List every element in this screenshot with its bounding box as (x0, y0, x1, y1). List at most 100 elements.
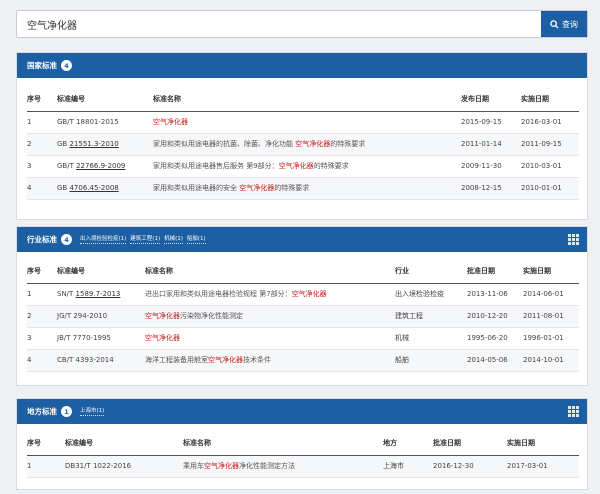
standard-code[interactable]: JB/T 7770-1995 (57, 327, 145, 350)
approve-date: 2010-12-20 (467, 305, 523, 328)
standard-name[interactable]: 家用和类似用途电器的安全 空气净化器的特殊要求 (153, 177, 461, 200)
industry-cell: 船舶 (395, 349, 467, 372)
col-header-no: 序号 (27, 87, 57, 112)
industry-panel-title: 行业标准 (27, 235, 57, 244)
row-no: 3 (27, 327, 57, 350)
publish-date: 2011-01-14 (461, 133, 521, 156)
local-tag-shanghai[interactable]: 上海市(1) (80, 407, 105, 416)
table-row[interactable]: 2 JG/T 294-2010 空气净化器污染物净化性能测定 建筑工程 2010… (27, 305, 579, 328)
region-cell: 上海市 (383, 455, 433, 478)
col-header-name: 标准名称 (153, 87, 461, 112)
local-standards-table: 序号 标准编号 标准名称 地方 批准日期 实施日期 1 DB31/T 1022-… (27, 431, 579, 478)
table-row[interactable]: 4 CB/T 4393-2014 海洋工程装备用舱室空气净化器技术条件 船舶 2… (27, 349, 579, 372)
industry-standards-table: 序号 标准编号 标准名称 行业 批准日期 实施日期 1 SN/T 1589.7-… (27, 259, 579, 372)
standard-name[interactable]: 家用和类似用途电器的抗菌、除菌、净化功能 空气净化器的特殊要求 (153, 133, 461, 156)
implement-date: 2011-08-01 (523, 305, 579, 328)
implement-date: 2016-03-01 (521, 111, 579, 134)
standard-code[interactable]: SN/T 1589.7-2013 (57, 283, 145, 306)
grid-icon[interactable] (568, 234, 579, 245)
industry-tag-inspection[interactable]: 出入境检验检疫(1) (80, 235, 127, 244)
search-button[interactable]: 查询 (541, 11, 587, 37)
standard-name[interactable]: 乘用车空气净化器净化性能测定方法 (183, 455, 383, 478)
row-no: 2 (27, 133, 57, 156)
industry-tag-shipbuilding[interactable]: 船舶(1) (186, 235, 206, 244)
approve-date: 2013-11-06 (467, 283, 523, 306)
col-header-name: 标准名称 (145, 259, 395, 284)
national-standards-table: 序号 标准编号 标准名称 发布日期 实施日期 1 GB/T 18801-2015… (27, 87, 579, 200)
table-row[interactable]: 2 GB 21551.3-2010 家用和类似用途电器的抗菌、除菌、净化功能 空… (27, 133, 579, 156)
standard-code[interactable]: CB/T 4393-2014 (57, 349, 145, 372)
standard-code[interactable]: GB 21551.3-2010 (57, 133, 153, 156)
industry-tag-machinery[interactable]: 机械(1) (164, 235, 183, 244)
col-header-pub-date: 发布日期 (461, 87, 521, 112)
industry-cell: 机械 (395, 327, 467, 350)
col-header-industry: 行业 (395, 259, 467, 284)
table-row[interactable]: 1 DB31/T 1022-2016 乘用车空气净化器净化性能测定方法 上海市 … (27, 455, 579, 478)
standard-code[interactable]: DB31/T 1022-2016 (65, 455, 183, 478)
local-panel-header: 地方标准 1 上海市(1) (17, 399, 587, 424)
search-button-label: 查询 (562, 19, 578, 29)
approve-date: 2014-05-06 (467, 349, 523, 372)
row-no: 1 (27, 283, 57, 306)
row-no: 2 (27, 305, 57, 328)
table-row[interactable]: 1 GB/T 18801-2015 空气净化器 2015-09-15 2016-… (27, 111, 579, 134)
industry-standards-panel: 行业标准 4 出入境检验检疫(1) 建筑工程(1) 机械(1) 船舶(1) 序号… (16, 226, 588, 386)
publish-date: 2009-11-30 (461, 155, 521, 178)
industry-panel-header: 行业标准 4 出入境检验检疫(1) 建筑工程(1) 机械(1) 船舶(1) (17, 227, 587, 252)
row-no: 3 (27, 155, 57, 178)
grid-icon[interactable] (568, 406, 579, 417)
table-row[interactable]: 1 SN/T 1589.7-2013 进出口家用和类似用途电器检验规程 第7部分… (27, 283, 579, 306)
industry-cell: 建筑工程 (395, 305, 467, 328)
national-panel-title: 国家标准 (27, 61, 57, 70)
row-no: 1 (27, 455, 65, 478)
col-header-region: 地方 (383, 431, 433, 456)
search-input[interactable] (17, 11, 541, 37)
industry-count-badge: 4 (61, 234, 72, 245)
publish-date: 2008-12-15 (461, 177, 521, 200)
standard-code[interactable]: GB 4706.45-2008 (57, 177, 153, 200)
implement-date: 2017-03-01 (507, 455, 579, 478)
search-icon (550, 19, 559, 29)
col-header-impl-date: 实施日期 (523, 259, 579, 284)
industry-tag-construction[interactable]: 建筑工程(1) (130, 235, 161, 244)
standard-name[interactable]: 进出口家用和类似用途电器检验规程 第7部分：空气净化器 (145, 283, 395, 306)
local-count-badge: 1 (61, 406, 72, 417)
row-no: 1 (27, 111, 57, 134)
col-header-no: 序号 (27, 431, 65, 456)
col-header-approve-date: 批准日期 (467, 259, 523, 284)
standard-name[interactable]: 家用和类似用途电器售后服务 第9部分：空气净化器的特殊要求 (153, 155, 461, 178)
local-standards-panel: 地方标准 1 上海市(1) 序号 标准编号 标准名称 地方 批准日期 实施日期 … (16, 398, 588, 490)
local-panel-title: 地方标准 (27, 407, 57, 416)
col-header-impl-date: 实施日期 (521, 87, 579, 112)
standard-name[interactable]: 空气净化器 (153, 111, 461, 134)
industry-cell: 出入境检验检疫 (395, 283, 467, 306)
national-panel-header: 国家标准 4 (17, 53, 587, 78)
implement-date: 2011-09-15 (521, 133, 579, 156)
col-header-approve-date: 批准日期 (433, 431, 507, 456)
col-header-code: 标准编号 (57, 259, 145, 284)
approve-date: 2016-12-30 (433, 455, 507, 478)
standard-name[interactable]: 空气净化器污染物净化性能测定 (145, 305, 395, 328)
search-bar: 查询 (16, 10, 588, 38)
standard-code[interactable]: GB/T 18801-2015 (57, 111, 153, 134)
table-row[interactable]: 3 GB/T 22766.9-2009 家用和类似用途电器售后服务 第9部分：空… (27, 155, 579, 178)
standard-code[interactable]: GB/T 22766.9-2009 (57, 155, 153, 178)
implement-date: 1996-01-01 (523, 327, 579, 350)
implement-date: 2010-01-01 (521, 177, 579, 200)
row-no: 4 (27, 177, 57, 200)
implement-date: 2014-10-01 (523, 349, 579, 372)
publish-date: 2015-09-15 (461, 111, 521, 134)
standard-name[interactable]: 海洋工程装备用舱室空气净化器技术条件 (145, 349, 395, 372)
col-header-name: 标准名称 (183, 431, 383, 456)
approve-date: 1995-06-20 (467, 327, 523, 350)
standard-code[interactable]: JG/T 294-2010 (57, 305, 145, 328)
implement-date: 2014-06-01 (523, 283, 579, 306)
table-row[interactable]: 3 JB/T 7770-1995 空气净化器 机械 1995-06-20 199… (27, 327, 579, 350)
standard-name[interactable]: 空气净化器 (145, 327, 395, 350)
table-row[interactable]: 4 GB 4706.45-2008 家用和类似用途电器的安全 空气净化器的特殊要… (27, 177, 579, 200)
col-header-no: 序号 (27, 259, 57, 284)
row-no: 4 (27, 349, 57, 372)
national-standards-panel: 国家标准 4 序号 标准编号 标准名称 发布日期 实施日期 1 GB/T 188… (16, 52, 588, 220)
col-header-code: 标准编号 (57, 87, 153, 112)
col-header-impl-date: 实施日期 (507, 431, 579, 456)
